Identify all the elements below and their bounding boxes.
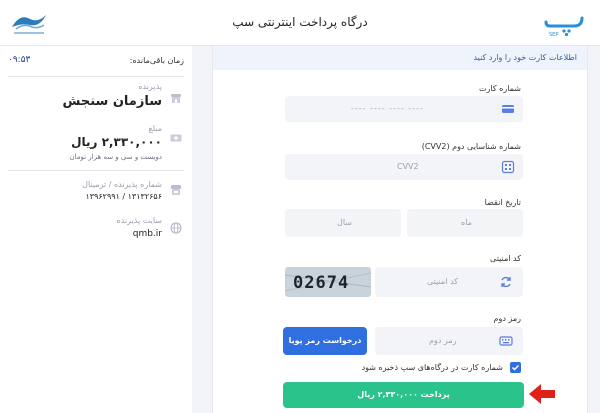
keyboard-icon xyxy=(499,336,513,346)
transaction-info-panel: زمان باقی‌مانده: ۰۹:۵۳ پذیرنده سازمان سن… xyxy=(0,46,192,413)
otp-input[interactable]: رمز دوم xyxy=(375,327,523,355)
captcha-input[interactable]: کد امنیتی xyxy=(375,267,523,297)
timer-value: ۰۹:۵۳ xyxy=(8,55,31,65)
cvv2-label: شماره شناسایی دوم (CVV2) xyxy=(421,142,521,151)
cvv2-placeholder: CVV2 xyxy=(397,162,419,171)
site-label: سایت پذیرنده xyxy=(116,216,162,225)
amount-in-words: دویست و سی و سه هزار تومان xyxy=(69,153,162,161)
expiry-year-placeholder: سال xyxy=(337,218,352,227)
header: درگاه پرداخت اینترنتی سپ SEP xyxy=(0,0,600,46)
divider xyxy=(8,76,184,77)
cvv2-input[interactable]: CVV2 xyxy=(285,154,523,180)
captcha-image: 02674 xyxy=(285,267,371,297)
amount-label: مبلغ xyxy=(148,124,162,133)
site-value: qmb.ir xyxy=(132,229,162,239)
acceptor-label: پذیرنده xyxy=(138,82,162,91)
money-icon xyxy=(170,134,182,142)
pay-button[interactable]: پرداخت ۲,۳۳۰,۰۰۰ ریال xyxy=(283,382,524,408)
form-notice: اطلاعات کارت خود را وارد کنید xyxy=(213,46,587,70)
captcha-label: کد امنیتی xyxy=(490,254,521,263)
captcha-placeholder: کد امنیتی xyxy=(427,277,458,286)
expiry-month-placeholder: ماه xyxy=(461,218,472,227)
terminal-label: شماره پذیرنده / ترمینال xyxy=(82,180,162,189)
sep-logo-icon: SEP xyxy=(544,16,584,38)
timer-label: زمان باقی‌مانده: xyxy=(129,56,184,65)
refresh-icon[interactable] xyxy=(499,275,513,289)
sep-logo-text: SEP xyxy=(549,32,558,38)
otp-label: رمز دوم xyxy=(493,314,521,323)
save-card-checkbox[interactable] xyxy=(510,362,521,373)
card-number-label: شماره کارت xyxy=(478,84,521,93)
expiry-label: تاریخ انقضا xyxy=(484,198,521,207)
amount-value: ۲,۳۳۰,۰۰۰ ریال xyxy=(71,135,162,149)
terminal-value: ۱۳۱۳۲۶۵۶ / ۱۳۹۶۲۹۹۱ xyxy=(85,192,162,201)
store-icon xyxy=(171,94,181,103)
divider xyxy=(8,170,184,171)
acceptor-value: سازمان سنجش xyxy=(62,94,162,109)
card-number-placeholder: ---- ---- ---- ---- xyxy=(351,104,424,113)
request-otp-button[interactable]: درخواست رمز پویا xyxy=(283,327,367,355)
otp-placeholder: رمز دوم xyxy=(429,336,457,345)
keypad-icon xyxy=(501,160,515,174)
payment-form: اطلاعات کارت خود را وارد کنید شماره کارت… xyxy=(212,46,588,413)
globe-icon xyxy=(170,222,182,234)
card-number-input[interactable]: ---- ---- ---- ---- xyxy=(285,96,523,122)
expiry-month-input[interactable]: ماه xyxy=(407,209,523,237)
arrow-left-icon xyxy=(529,384,555,404)
save-card-label: شماره کارت در درگاه‌های سپ ذخیره شود xyxy=(361,363,503,372)
credit-card-icon xyxy=(502,105,514,113)
expiry-year-input[interactable]: سال xyxy=(285,209,401,237)
terminal-icon xyxy=(171,185,181,195)
captcha-text: 02674 xyxy=(293,273,350,293)
timer-row: زمان باقی‌مانده: ۰۹:۵۳ xyxy=(8,50,184,72)
page-title: درگاه پرداخت اینترنتی سپ xyxy=(232,15,368,29)
